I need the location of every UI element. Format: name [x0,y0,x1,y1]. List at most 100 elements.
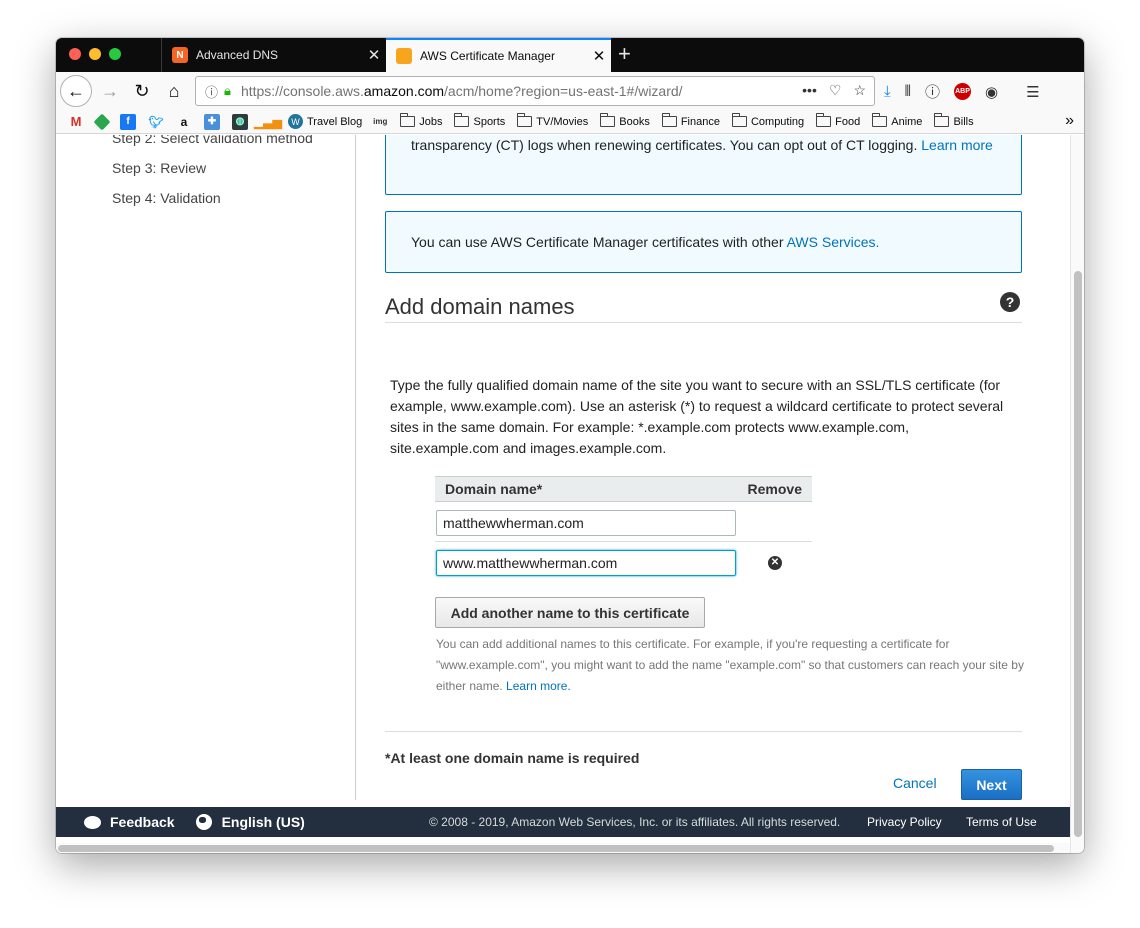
note-learn-more-link[interactable]: Learn more. [506,679,571,693]
analytics-icon[interactable]: ▁▃▅ [254,114,282,130]
add-another-name-button[interactable]: Add another name to this certificate [435,597,705,628]
bookmark-folder-sports[interactable]: Sports [454,113,506,128]
step-review[interactable]: Step 3: Review [112,160,206,176]
bookmark-folder-computing[interactable]: Computing [731,113,804,128]
footer-left: Feedback English (US) [56,814,305,830]
bookmark-folder-tv-movies[interactable]: TV/Movies [517,113,589,128]
lock-icon: 🔒︎ [224,83,231,98]
bookmarks-toolbar: M f 🐦︎ a ✚ ◍ ▁▃▅ W Travel Blog img Jobs … [56,110,1084,134]
library-icon[interactable]: ⫴ [905,83,911,100]
toolbar-icons: ⤓ ⫴ ⓘ ABP ◉ ☰ [884,81,1040,102]
tab-title: Advanced DNS [196,48,279,62]
img-bookmark-icon[interactable]: img [372,114,388,130]
step-validation[interactable]: Step 4: Validation [112,190,221,206]
aws-services-link[interactable]: AWS Services. [787,234,880,250]
arrow-left-icon: ← [67,80,85,101]
folder-icon [400,113,416,127]
bookmark-folder-finance[interactable]: Finance [661,113,720,128]
table-row: www.matthewwherman.com ✕ [435,542,812,582]
horizontal-scroll-thumb[interactable] [58,845,1054,852]
bookmark-label: Sports [473,115,506,128]
additional-names-note: You can add additional names to this cer… [436,634,1026,697]
twitter-icon[interactable]: 🐦︎ [148,114,164,130]
table-row: matthewwherman.com [435,502,812,542]
bookmark-label: Bills [953,115,974,128]
home-icon: ⌂ [168,80,180,101]
bookmark-travel-blog[interactable]: W Travel Blog [288,114,362,129]
services-info-box: You can use AWS Certificate Manager cert… [385,211,1022,273]
tab-advanced-dns[interactable]: N Advanced DNS ✕ [161,38,386,72]
address-bar[interactable]: ⓘ 🔒︎ https://console.aws.amazon.com/acm/… [195,76,875,106]
adblock-plus-icon[interactable]: ABP [953,83,971,100]
terms-of-use-link[interactable]: Terms of Use [966,815,1037,829]
close-tab-icon[interactable]: ✕ [587,47,611,65]
privacy-policy-link[interactable]: Privacy Policy [867,815,942,829]
tab-aws-certificate-manager[interactable]: AWS Certificate Manager ✕ [386,38,611,72]
url-actions: ••• ♡ ☆ [802,82,866,99]
ct-learn-more-link[interactable]: Learn more [921,137,993,153]
globe-bookmark-icon[interactable]: ◍ [232,113,248,130]
gmail-icon[interactable]: M [68,114,84,130]
bookmark-folder-food[interactable]: Food [816,113,861,128]
language-selector[interactable]: English (US) [222,814,305,830]
puzzle-icon[interactable]: ✚ [204,113,220,130]
bookmark-label: Food [835,115,861,128]
download-icon[interactable]: ⤓ [884,83,891,100]
facebook-icon[interactable]: f [120,113,136,130]
next-button[interactable]: Next [961,769,1022,800]
bookmark-folder-jobs[interactable]: Jobs [400,113,443,128]
vertical-scrollbar[interactable] [1070,135,1084,853]
bookmarks-overflow-chevron-icon[interactable]: » [1065,112,1074,130]
copyright-text: © 2008 - 2019, Amazon Web Services, Inc.… [429,815,841,829]
domain-name-input-1[interactable]: matthewwherman.com [436,510,736,536]
zoom-window-button[interactable] [109,48,121,60]
cancel-link[interactable]: Cancel [893,775,937,791]
hamburger-menu-icon[interactable]: ☰ [1026,83,1039,101]
browser-window: N Advanced DNS ✕ AWS Certificate Manager… [56,38,1084,853]
home-button[interactable]: ⌂ [158,75,190,107]
namecheap-favicon-icon: N [172,47,188,63]
close-window-button[interactable] [69,48,81,60]
column-header-remove: Remove [747,481,802,497]
amazon-icon[interactable]: a [176,114,192,130]
close-tab-icon[interactable]: ✕ [362,46,386,64]
minimize-window-button[interactable] [89,48,101,60]
remove-circle-x-icon[interactable]: ✕ [768,556,782,570]
feedback-link[interactable]: Feedback [110,814,175,830]
help-icon[interactable]: ? [1000,292,1020,312]
table-header: Domain name* Remove [435,476,812,502]
tab-strip: N Advanced DNS ✕ AWS Certificate Manager… [56,38,1084,72]
feedly-icon[interactable] [93,113,111,130]
speech-bubble-icon [84,815,101,829]
pocket-icon[interactable]: ♡ [829,82,842,99]
bookmark-label: Jobs [419,115,443,128]
bookmark-folder-bills[interactable]: Bills [934,113,974,128]
folder-icon [731,113,747,127]
bookmark-label: TV/Movies [536,115,589,128]
ct-info-text: transparency (CT) logs when renewing cer… [411,137,918,153]
folder-icon [517,113,533,127]
domain-name-input-2[interactable]: www.matthewwherman.com [436,550,736,576]
account-icon[interactable]: ◉ [985,83,998,101]
domain-names-table: Domain name* Remove matthewwherman.com w… [435,476,812,582]
folder-icon [661,113,677,127]
bookmark-star-icon[interactable]: ☆ [853,82,866,99]
required-notice: *At least one domain name is required [385,750,640,766]
bookmark-folder-books[interactable]: Books [600,113,650,128]
url-text: https://console.aws.amazon.com/acm/home?… [240,83,683,99]
bookmark-folder-anime[interactable]: Anime [872,113,922,128]
vertical-scroll-thumb[interactable] [1074,271,1082,837]
folder-icon [872,113,888,127]
extension-1password-icon[interactable]: ⓘ [925,81,940,102]
horizontal-scrollbar[interactable] [56,843,1070,853]
page-actions-icon[interactable]: ••• [802,82,817,99]
forward-button[interactable]: → [94,75,126,107]
bookmark-label: Travel Blog [307,115,363,128]
services-info-text: You can use AWS Certificate Manager cert… [411,234,784,250]
aws-box-favicon-icon [396,48,412,64]
back-button[interactable]: ← [60,75,92,107]
step-select-validation[interactable]: Step 2: Select validation method [112,135,313,146]
reload-button[interactable]: ↻ [126,75,158,107]
info-icon[interactable]: ⓘ [205,82,218,101]
new-tab-button[interactable]: + [618,42,631,66]
